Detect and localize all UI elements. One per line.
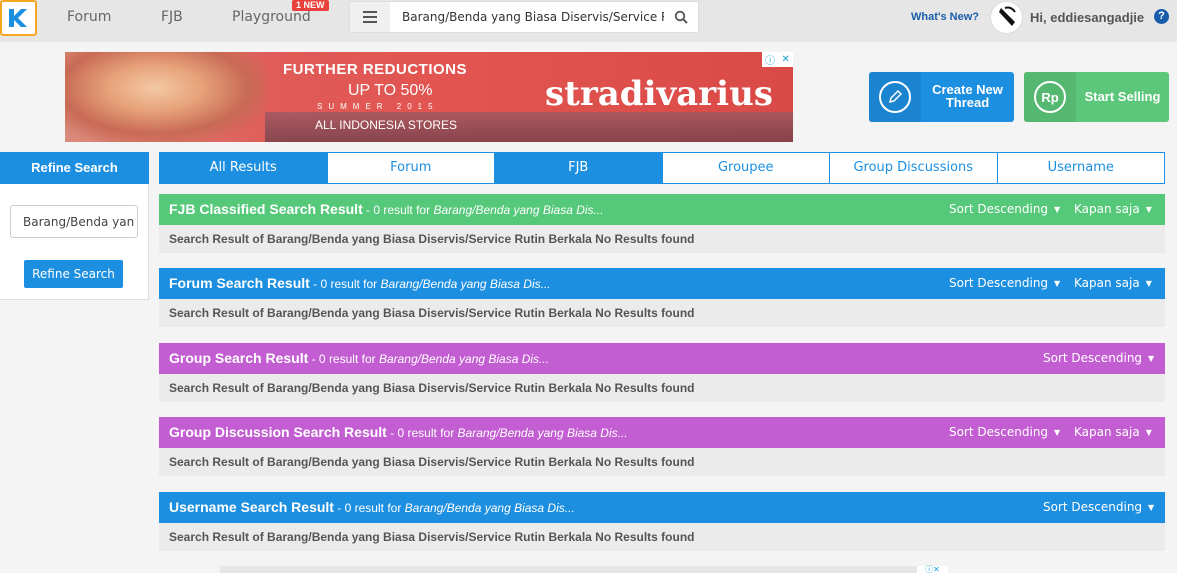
create-thread-label-2: Thread <box>945 95 990 110</box>
whats-new-link[interactable]: What's New? <box>911 11 979 23</box>
search-icon[interactable] <box>674 10 688 24</box>
time-dropdown[interactable]: Kapan saja ▼ <box>1074 202 1152 216</box>
caret-down-icon: ▼ <box>1054 279 1061 288</box>
sort-dropdown[interactable]: Sort Descending ▼ <box>949 425 1060 439</box>
nav-playground[interactable]: Playground <box>232 9 311 25</box>
nav-fjb[interactable]: FJB <box>161 9 183 25</box>
result-count: - 0 result for <box>308 352 379 366</box>
forum-result-section: Forum Search Result - 0 result for Baran… <box>159 268 1165 327</box>
section-header: Forum Search Result - 0 result for Baran… <box>159 268 1165 299</box>
caret-down-icon: ▼ <box>1145 205 1152 214</box>
no-results-text: Search Result of Barang/Benda yang Biasa… <box>159 523 1165 551</box>
section-header: Group Discussion Search Result - 0 resul… <box>159 417 1165 448</box>
no-results-text: Search Result of Barang/Benda yang Biasa… <box>159 448 1165 476</box>
refine-panel: Refine Search <box>0 184 149 300</box>
refine-search-input[interactable] <box>10 205 138 238</box>
ad-headline: FURTHER REDUCTIONS <box>283 61 467 78</box>
user-greeting[interactable]: Hi, eddiesangadjie <box>1030 10 1144 25</box>
search-input[interactable] <box>394 2 664 32</box>
ad-model-photo <box>65 52 265 142</box>
ad-banner[interactable]: FURTHER REDUCTIONS UP TO 50% SUMMER 2015… <box>65 52 793 142</box>
search-bar <box>349 1 699 33</box>
tab-all-results[interactable]: All Results <box>159 152 328 184</box>
time-dropdown[interactable]: Kapan saja ▼ <box>1074 425 1152 439</box>
new-badge: 1 NEW <box>292 0 329 11</box>
rupiah-icon: Rp <box>1034 81 1066 113</box>
section-title: Forum Search Result <box>169 275 310 291</box>
result-tabs: All Results Forum FJB Groupee Group Disc… <box>159 152 1165 184</box>
menu-icon[interactable] <box>350 2 390 32</box>
result-count: - 0 result for <box>362 203 434 217</box>
tab-forum[interactable]: Forum <box>327 152 495 184</box>
ad-close-icon[interactable]: ⓘ✕ <box>917 566 948 573</box>
section-title: Group Search Result <box>169 350 309 366</box>
section-header: FJB Classified Search Result - 0 result … <box>159 194 1165 225</box>
query-text: Barang/Benda yang Biasa Dis... <box>404 501 575 515</box>
ad-stores: ALL INDONESIA STORES <box>315 118 458 132</box>
tab-username[interactable]: Username <box>997 152 1165 184</box>
caret-down-icon: ▼ <box>1148 354 1155 363</box>
caret-down-icon: ▼ <box>1054 205 1061 214</box>
tab-groupee[interactable]: Groupee <box>662 152 830 184</box>
section-header: Group Search Result - 0 result for Baran… <box>159 343 1165 374</box>
refine-search-header: Refine Search <box>0 152 149 184</box>
pencil-icon <box>879 81 911 113</box>
k-logo-icon <box>8 9 27 27</box>
refine-search-button[interactable]: Refine Search <box>24 260 123 288</box>
query-text: Barang/Benda yang Biasa Dis... <box>378 352 550 366</box>
no-results-text: Search Result of Barang/Benda yang Biasa… <box>159 374 1165 402</box>
kaskus-logo[interactable] <box>0 0 37 36</box>
query-text: Barang/Benda yang Biasa Dis... <box>380 277 551 291</box>
caret-down-icon: ▼ <box>1145 279 1152 288</box>
sort-dropdown[interactable]: Sort Descending ▼ <box>949 276 1060 290</box>
caret-down-icon: ▼ <box>1148 503 1155 512</box>
group-discussion-result-section: Group Discussion Search Result - 0 resul… <box>159 417 1165 476</box>
sort-dropdown[interactable]: Sort Descending ▼ <box>1043 500 1154 514</box>
ad-brand-logo: stradivarius <box>545 74 773 114</box>
top-navbar: Forum FJB Playground 1 NEW What's New? H… <box>0 0 1177 42</box>
sort-dropdown[interactable]: Sort Descending ▼ <box>949 202 1060 216</box>
result-count: - 0 result for <box>333 501 405 515</box>
group-result-section: Group Search Result - 0 result for Baran… <box>159 343 1165 402</box>
caret-down-icon: ▼ <box>1054 428 1061 437</box>
section-title: Username Search Result <box>169 499 334 515</box>
result-count: - 0 result for <box>309 277 381 291</box>
avatar[interactable] <box>990 1 1023 34</box>
tab-group-discussions[interactable]: Group Discussions <box>830 152 998 184</box>
query-text: Barang/Benda yang Biasa Dis... <box>457 426 628 440</box>
create-thread-button[interactable]: Create New Thread <box>869 72 1014 122</box>
fjb-result-section: FJB Classified Search Result - 0 result … <box>159 194 1165 253</box>
result-count: - 0 result for <box>386 426 458 440</box>
start-selling-button[interactable]: Rp Start Selling <box>1024 72 1169 122</box>
help-icon[interactable]: ? <box>1154 9 1169 24</box>
bottom-ad-banner[interactable] <box>220 566 948 573</box>
no-results-text: Search Result of Barang/Benda yang Biasa… <box>159 299 1165 327</box>
sort-dropdown[interactable]: Sort Descending ▼ <box>1043 351 1154 365</box>
caret-down-icon: ▼ <box>1145 428 1152 437</box>
ad-close-icon[interactable]: ⓘ✕ <box>762 52 793 67</box>
ad-discount: UP TO 50% <box>348 82 433 99</box>
section-title: Group Discussion Search Result <box>169 424 387 440</box>
username-result-section: Username Search Result - 0 result for Ba… <box>159 492 1165 551</box>
tab-fjb[interactable]: FJB <box>495 152 663 184</box>
nav-forum[interactable]: Forum <box>67 9 111 25</box>
section-title: FJB Classified Search Result <box>169 201 363 217</box>
time-dropdown[interactable]: Kapan saja ▼ <box>1074 276 1152 290</box>
start-selling-label: Start Selling <box>1084 89 1161 104</box>
no-results-text: Search Result of Barang/Benda yang Biasa… <box>159 225 1165 253</box>
ad-season: SUMMER 2015 <box>317 102 439 111</box>
section-header: Username Search Result - 0 result for Ba… <box>159 492 1165 523</box>
query-text: Barang/Benda yang Biasa Dis... <box>433 203 604 217</box>
